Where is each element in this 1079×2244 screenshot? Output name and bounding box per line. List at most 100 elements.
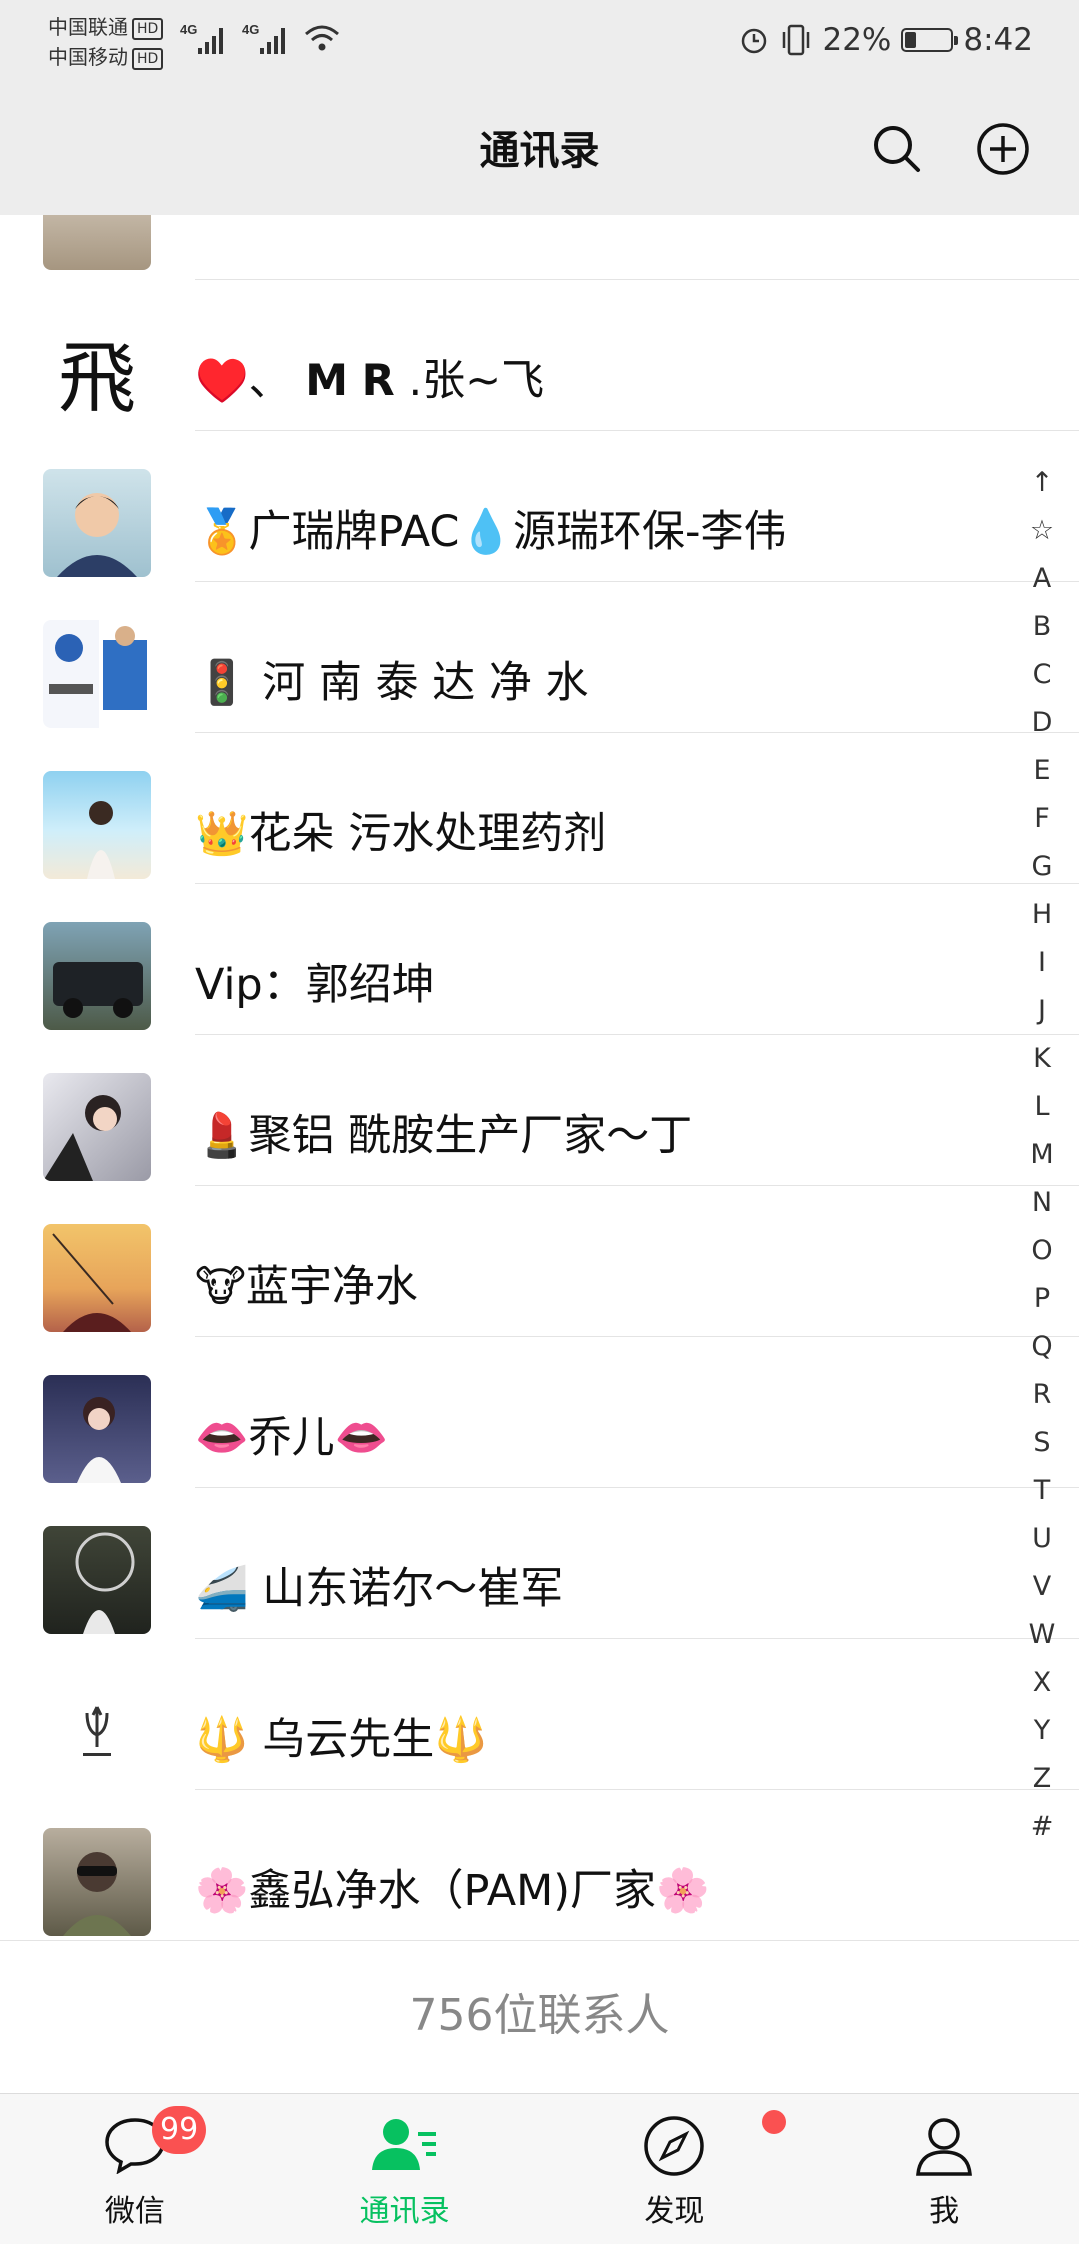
contact-name: 🔱 乌云先生🔱 — [195, 1715, 488, 1765]
list-item[interactable]: 💄聚铝 酰胺生产厂家～丁 — [0, 1035, 1079, 1186]
compass-icon — [644, 2116, 705, 2176]
index-letter[interactable]: V — [1017, 1563, 1067, 1611]
vibrate-icon — [783, 24, 810, 56]
index-letter[interactable]: T — [1017, 1467, 1067, 1515]
tab-me[interactable]: 我 — [809, 2094, 1079, 2244]
contact-name: 🌸鑫弘净水（PAM)厂家🌸 — [195, 1866, 710, 1916]
plus-circle-icon[interactable] — [976, 122, 1030, 176]
carrier-2-label: 中国移动 — [48, 45, 128, 69]
status-right: 22% 8:42 — [738, 18, 1033, 62]
contact-name: 👑花朵 污水处理药剂 — [195, 809, 607, 859]
index-letter[interactable]: K — [1017, 1035, 1067, 1083]
index-letter[interactable]: C — [1017, 651, 1067, 699]
contact-name: 🚄 山东诺尔～崔军 — [195, 1564, 564, 1614]
contact-count: 756位联系人 — [0, 1940, 1079, 2091]
tab-label: 我 — [929, 2194, 960, 2229]
status-bar: 中国联通 HD 中国移动 HD 4G 4G 22% 8:42 — [0, 0, 1079, 80]
unread-badge: 99 — [152, 2106, 207, 2154]
index-letter[interactable]: I — [1017, 939, 1067, 987]
index-letter[interactable]: P — [1017, 1275, 1067, 1323]
contact-name: Vip：郭绍坤 — [195, 960, 435, 1010]
hd-badge-2: HD — [132, 47, 164, 70]
avatar — [43, 1828, 151, 1936]
index-letter[interactable]: Y — [1017, 1707, 1067, 1755]
avatar — [43, 215, 151, 270]
index-letter[interactable]: X — [1017, 1659, 1067, 1707]
list-item[interactable]: 🚄 山东诺尔～崔军 — [0, 1488, 1079, 1639]
bottom-tab-bar: 99 微信 通讯录 发现 我 — [0, 2093, 1079, 2244]
battery-icon — [901, 28, 959, 52]
index-letter[interactable]: L — [1017, 1083, 1067, 1131]
tab-label: 通讯录 — [359, 2194, 450, 2229]
index-letter[interactable]: O — [1017, 1227, 1067, 1275]
signal-strength-icon-2: 4G — [242, 22, 285, 54]
contact-name: ♥️、 𝗠 𝗥 .张~飞 — [195, 356, 545, 406]
contact-name: 🚦 河 南 泰 达 净 水 — [195, 658, 589, 708]
avatar — [43, 1375, 151, 1483]
list-item[interactable]: Vip：郭绍坤 — [0, 884, 1079, 1035]
index-letter[interactable]: S — [1017, 1419, 1067, 1467]
index-letter[interactable]: F — [1017, 795, 1067, 843]
index-letter[interactable]: Q — [1017, 1323, 1067, 1371]
alarm-icon — [742, 28, 767, 54]
list-item[interactable]: 🌸鑫弘净水（PAM)厂家🌸 — [0, 1790, 1079, 1940]
index-letter[interactable]: N — [1017, 1179, 1067, 1227]
avatar: 飛 — [43, 318, 151, 426]
contact-name: 🏅广瑞牌PAC💧源瑞环保-李伟 — [195, 507, 787, 557]
avatar — [43, 1526, 151, 1634]
list-item[interactable]: 👑花朵 污水处理药剂 — [0, 733, 1079, 884]
tab-label: 发现 — [644, 2194, 705, 2229]
index-letter[interactable]: H — [1017, 891, 1067, 939]
index-letter[interactable]: D — [1017, 699, 1067, 747]
top-bar: 中国联通 HD 中国移动 HD 4G 4G 22% 8:42 通讯录 — [0, 0, 1079, 215]
battery-percent: 22% — [822, 22, 892, 58]
index-letter[interactable]: W — [1017, 1611, 1067, 1659]
tab-label: 微信 — [104, 2194, 165, 2229]
avatar — [43, 922, 151, 1030]
wifi-icon — [305, 25, 339, 51]
list-item[interactable]: 🏅广瑞牌PAC💧源瑞环保-李伟 — [0, 431, 1079, 582]
index-letter[interactable]: R — [1017, 1371, 1067, 1419]
tab-chats[interactable]: 99 微信 — [0, 2094, 270, 2244]
contacts-icon — [371, 2119, 436, 2170]
contact-list[interactable]: 飛 ♥️、 𝗠 𝗥 .张~飞 🏅广瑞牌PAC💧源瑞环保-李伟 🚦 河 南 泰 达… — [0, 215, 1079, 1940]
contact-name: 💄聚铝 酰胺生产厂家～丁 — [195, 1111, 693, 1161]
list-item[interactable]: 飛 ♥️、 𝗠 𝗥 .张~飞 — [0, 280, 1079, 431]
list-item[interactable]: 🚦 河 南 泰 达 净 水 — [0, 582, 1079, 733]
contact-name: 🐮蓝宇净水 — [195, 1262, 418, 1312]
tab-contacts[interactable]: 通讯录 — [270, 2094, 540, 2244]
index-letter[interactable]: E — [1017, 747, 1067, 795]
index-letter[interactable]: ↑ — [1017, 459, 1067, 507]
avatar — [43, 771, 151, 879]
index-letter[interactable]: B — [1017, 603, 1067, 651]
signal-strength-icon: 4G — [180, 22, 223, 54]
index-letter[interactable]: U — [1017, 1515, 1067, 1563]
svg-text:4G: 4G — [242, 22, 259, 37]
index-letter[interactable]: ☆ — [1017, 507, 1067, 555]
contact-name: 👄乔儿👄 — [195, 1413, 389, 1463]
index-letter[interactable]: Z — [1017, 1755, 1067, 1803]
person-icon — [916, 2118, 973, 2176]
hd-badge-1: HD — [132, 17, 164, 40]
avatar — [43, 469, 151, 577]
list-item[interactable]: 👄乔儿👄 — [0, 1337, 1079, 1488]
index-letter[interactable]: J — [1017, 987, 1067, 1035]
list-item-partial[interactable] — [0, 215, 1079, 280]
carrier-info: 中国联通 HD 中国移动 HD — [48, 12, 164, 72]
avatar — [43, 620, 151, 728]
list-item[interactable]: 🔱 乌云先生🔱 — [0, 1639, 1079, 1790]
tab-discover[interactable]: 发现 — [540, 2094, 810, 2244]
search-icon[interactable] — [870, 122, 924, 176]
avatar — [43, 1073, 151, 1181]
clock: 8:42 — [963, 22, 1033, 58]
list-item[interactable]: 🐮蓝宇净水 — [0, 1186, 1079, 1337]
carrier-1-label: 中国联通 — [48, 15, 128, 39]
svg-text:4G: 4G — [180, 22, 197, 37]
index-letter[interactable]: M — [1017, 1131, 1067, 1179]
avatar — [43, 1224, 151, 1332]
index-letter[interactable]: G — [1017, 843, 1067, 891]
index-letter[interactable]: # — [1017, 1803, 1067, 1851]
index-letter[interactable]: A — [1017, 555, 1067, 603]
alphabet-index[interactable]: ↑ ☆ A B C D E F G H I J K L M N O P Q R S T U V W X Y Z # — [1017, 459, 1067, 1851]
notification-dot — [761, 2110, 786, 2134]
